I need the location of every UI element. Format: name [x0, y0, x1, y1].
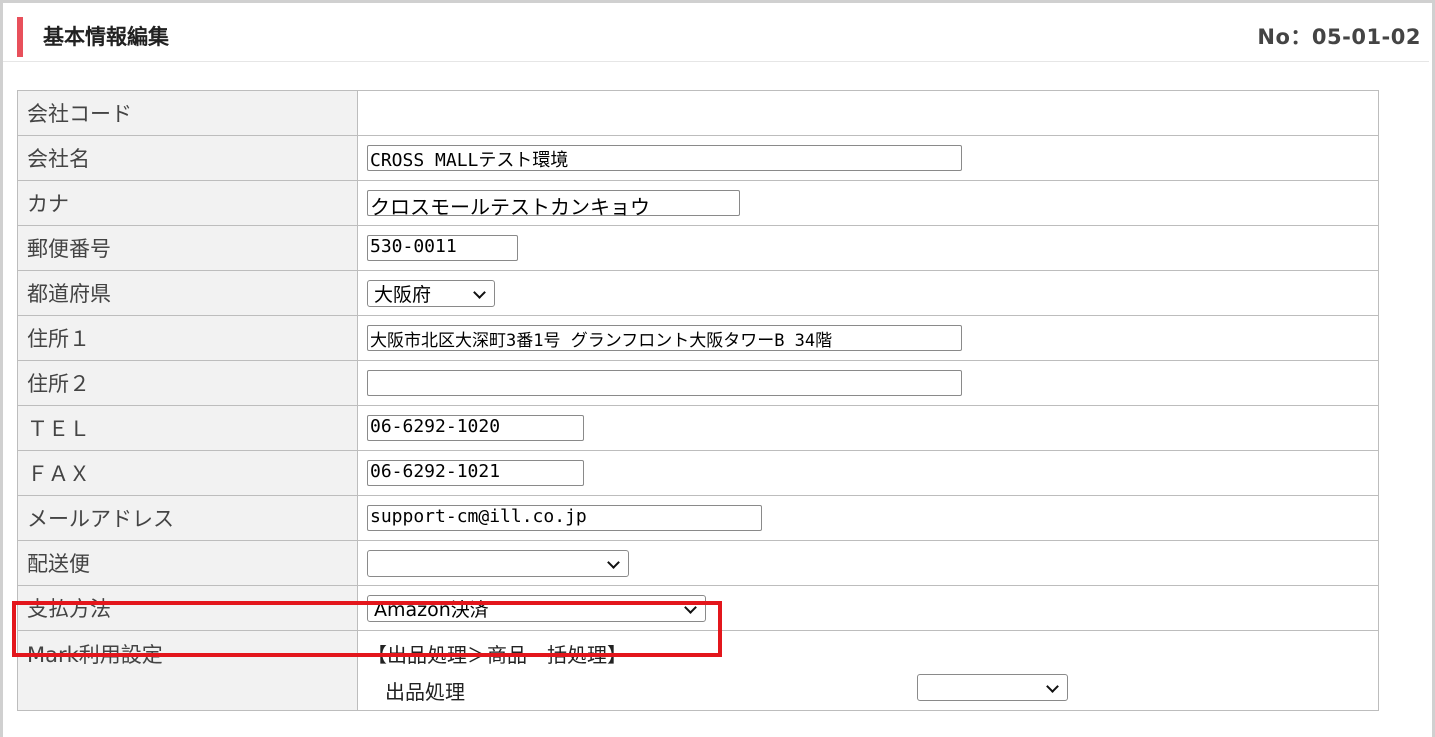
company-name-input[interactable]: CROSS MALLテスト環境 [367, 145, 962, 171]
mark-listing-select[interactable] [917, 674, 1068, 701]
row-tel: ＴＥＬ 06-6292-1020 [17, 405, 1379, 451]
row-address2: 住所２ [17, 360, 1379, 406]
payment-highlight-box [12, 601, 722, 657]
company-code-value [357, 90, 1379, 136]
kana-input[interactable]: クロスモールテストカンキョウ [367, 190, 740, 219]
chevron-down-icon [473, 285, 486, 299]
postal-code-label: 郵便番号 [17, 225, 358, 271]
address2-input[interactable] [367, 370, 962, 396]
email-label: メールアドレス [17, 495, 358, 541]
title-accent-bar [17, 17, 23, 57]
tel-input[interactable]: 06-6292-1020 [367, 415, 584, 441]
kana-label: カナ [17, 180, 358, 226]
row-kana: カナ クロスモールテストカンキョウ [17, 180, 1379, 226]
page-number: No：05-01-02 [1257, 25, 1421, 49]
tel-label: ＴＥＬ [17, 405, 358, 451]
row-delivery: 配送便 [17, 540, 1379, 586]
address2-label: 住所２ [17, 360, 358, 406]
row-prefecture: 都道府県 大阪府 [17, 270, 1379, 316]
chevron-down-icon [1046, 680, 1059, 693]
delivery-select[interactable] [367, 549, 629, 577]
company-code-label: 会社コード [17, 90, 358, 136]
mark-listing-label: 出品処理 [385, 680, 465, 704]
page-title: 基本情報編集 [43, 25, 169, 49]
row-email: メールアドレス support-cm@ill.co.jp [17, 495, 1379, 541]
row-postal-code: 郵便番号 530-0011 [17, 225, 1379, 271]
mark-listing-row: 出品処理 [367, 668, 1378, 708]
email-input[interactable]: support-cm@ill.co.jp [367, 505, 762, 531]
postal-code-input[interactable]: 530-0011 [367, 235, 518, 261]
row-company-code: 会社コード [17, 90, 1379, 136]
row-fax: ＦＡＸ 06-6292-1021 [17, 450, 1379, 496]
delivery-label: 配送便 [17, 540, 358, 586]
chevron-down-icon [607, 555, 620, 569]
page-header: 基本情報編集 No：05-01-02 [3, 3, 1429, 62]
company-name-label: 会社名 [17, 135, 358, 181]
address1-input[interactable]: 大阪市北区大深町3番1号 グランフロント大阪タワーB 34階 [367, 325, 962, 351]
row-company-name: 会社名 CROSS MALLテスト環境 [17, 135, 1379, 181]
row-address1: 住所１ 大阪市北区大深町3番1号 グランフロント大阪タワーB 34階 [17, 315, 1379, 361]
fax-label: ＦＡＸ [17, 450, 358, 496]
prefecture-label: 都道府県 [17, 270, 358, 316]
prefecture-select[interactable]: 大阪府 [367, 279, 495, 307]
address1-label: 住所１ [17, 315, 358, 361]
prefecture-selected: 大阪府 [374, 283, 432, 306]
fax-input[interactable]: 06-6292-1021 [367, 460, 584, 486]
